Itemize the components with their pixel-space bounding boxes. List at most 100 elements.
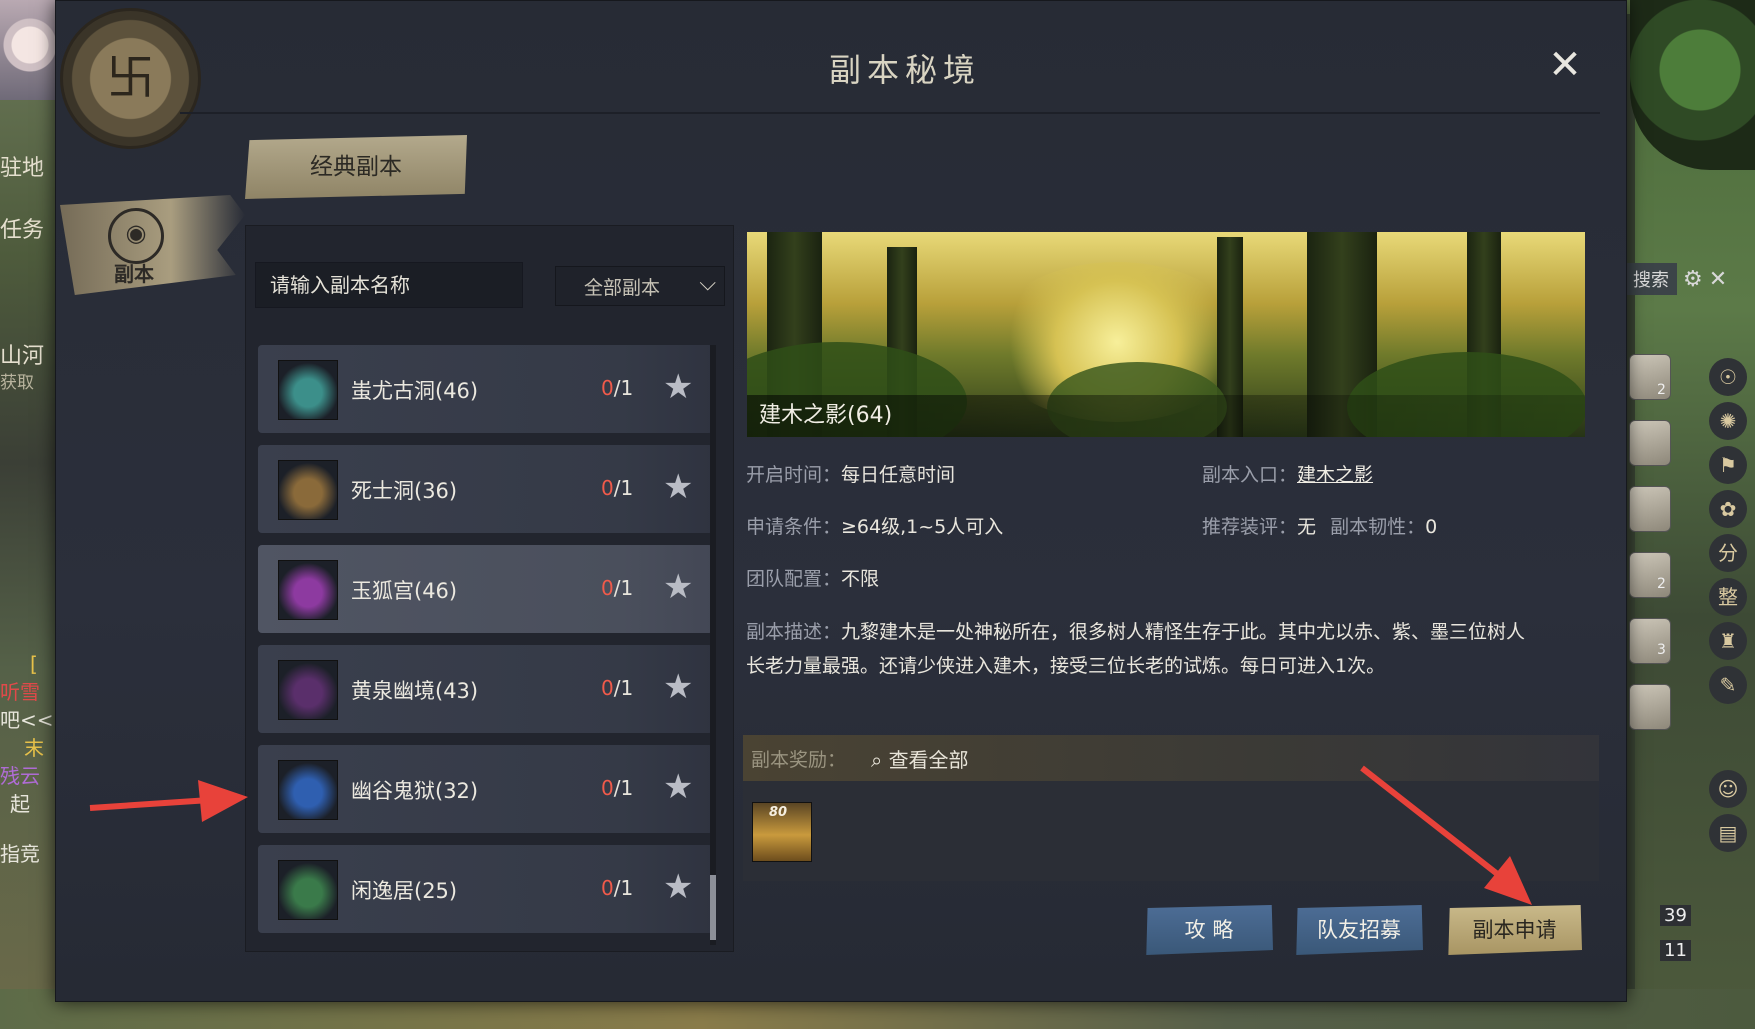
search-icon: ⌕ [871,748,883,772]
star-icon[interactable]: ★ [663,767,693,807]
close-icon[interactable]: ✕ [1709,267,1727,292]
dungeon-search-input[interactable] [255,262,523,308]
inventory-slot[interactable] [1629,486,1671,532]
entrance-row: 副本入口：建木之影 [1202,460,1373,487]
dungeon-name: 闲逸居(25) [351,879,458,903]
dungeon-count: 0/1 [601,576,633,600]
side-menu-obtain: 获取 [0,373,34,393]
counter-b: 11 [1660,940,1691,961]
open-time-label: 开启时间： [746,464,842,486]
count-done: 0 [601,876,614,900]
count-done: 0 [601,576,614,600]
eye-icon: ◉ [108,208,164,264]
chat-line: 起 [10,792,30,816]
dungeon-list-item-selected[interactable]: 玉狐宫(46) 0/1 ★ [258,545,713,633]
side-menu-resident[interactable]: 驻地 [0,150,44,182]
split-button[interactable]: 分 [1709,534,1747,572]
slot-badge: 3 [1657,642,1666,658]
dungeon-list-item[interactable]: 幽谷鬼狱(32) 0/1 ★ [258,745,713,833]
open-time-value: 每日任意时间 [841,464,956,486]
recruit-button[interactable]: 队友招募 [1296,905,1423,955]
chat-line: 指竞 [0,842,40,866]
inventory-slot[interactable] [1629,420,1671,466]
inventory-slot[interactable] [1629,684,1671,730]
dungeon-count: 0/1 [601,376,633,400]
open-time-row: 开启时间：每日任意时间 [746,460,955,487]
dungeon-list-item[interactable]: 死士洞(36) 0/1 ★ [258,445,713,533]
toughness-value: 0 [1425,516,1438,538]
star-icon[interactable]: ★ [663,867,693,907]
view-all-rewards[interactable]: ⌕ 查看全部 [871,744,969,773]
reward-item-level: 80 [769,805,788,820]
reward-item-icon[interactable]: 80 [752,802,812,862]
count-total: /1 [613,776,634,800]
dungeon-thumbnail [278,860,338,920]
pet-icon[interactable]: ✿ [1709,490,1747,528]
dungeon-name: 死士洞(36) [351,479,458,503]
star-icon[interactable]: ★ [663,367,693,407]
count-done: 0 [601,676,614,700]
player-avatar[interactable] [0,0,60,100]
chat-line: [ [30,652,38,676]
dungeon-thumbnail [278,760,338,820]
tab-classic-dungeon[interactable]: 经典副本 [245,135,467,199]
gear-label: 推荐装评： [1202,516,1298,538]
hud-search-bar: 搜索 ⚙ ✕ [1625,262,1755,296]
chat-line: 残云 [0,764,40,788]
side-menu-quest[interactable]: 任务 [0,212,44,244]
list-scrollbar-thumb[interactable] [710,875,716,940]
slot-badge: 2 [1657,576,1666,592]
entrance-link[interactable]: 建木之影 [1297,464,1373,486]
view-all-label: 查看全部 [888,748,969,772]
swirl-icon[interactable]: ✺ [1709,402,1747,440]
chest-icon[interactable]: ▤ [1709,814,1747,852]
star-icon[interactable]: ★ [663,667,693,707]
gear-icon[interactable]: ⚙ [1683,267,1703,292]
side-tab-label: 副本 [114,262,154,286]
tool-icon[interactable]: ✎ [1709,666,1747,704]
star-icon[interactable]: ★ [663,567,693,607]
gear-value: 无 [1297,516,1317,538]
star-icon[interactable]: ★ [663,467,693,507]
gear-row: 推荐装评：无 副本韧性：0 [1202,512,1437,539]
requirement-value: ≥64级,1~5人可入 [841,516,1004,538]
guide-button[interactable]: 攻 略 [1146,905,1273,955]
dungeon-thumbnail [278,460,338,520]
hud-search-label[interactable]: 搜索 [1625,263,1677,295]
dungeon-emblem-icon: 卐 [60,8,201,149]
banner-caption: 建木之影(64) [747,395,1585,437]
sort-button[interactable]: 整 [1709,578,1747,616]
apply-button[interactable]: 副本申请 [1448,905,1582,955]
count-total: /1 [613,476,634,500]
filter-select-value: 全部副本 [584,276,661,299]
dungeon-list-item[interactable]: 蚩尤古洞(46) 0/1 ★ [258,345,713,433]
dungeon-count: 0/1 [601,676,633,700]
count-total: /1 [613,676,634,700]
dialog-title: 副本秘境 [828,51,981,89]
title-divider [180,112,1600,114]
description-label: 副本描述： [746,621,842,643]
guild-icon[interactable]: ⚑ [1709,446,1747,484]
bag-icon[interactable]: ☺ [1709,770,1747,808]
description-text: 九黎建木是一处神秘所在，很多树人精怪生存于此。其中尤以赤、紫、墨三位树人长老力量… [746,621,1526,677]
dungeon-list-item[interactable]: 闲逸居(25) 0/1 ★ [258,845,713,933]
list-scrollbar[interactable] [710,345,716,945]
count-total: /1 [613,376,634,400]
close-icon[interactable]: ✕ [1545,45,1585,85]
slot-badge: 2 [1657,382,1666,398]
count-done: 0 [601,476,614,500]
dungeon-count: 0/1 [601,476,633,500]
team-row: 团队配置：不限 [746,564,879,591]
requirement-label: 申请条件： [746,516,842,538]
toughness-label: 副本韧性： [1330,516,1426,538]
counter-a: 39 [1660,905,1691,926]
dungeon-list-item[interactable]: 黄泉幽境(43) 0/1 ★ [258,645,713,733]
dungeon-filter-select[interactable]: 全部副本 ⌵ [555,266,725,306]
armor-icon[interactable]: ♜ [1709,622,1747,660]
chat-line: 末 [24,736,44,760]
side-menu-shanhe[interactable]: 山河 [0,338,44,370]
mask-icon[interactable]: ☉ [1709,358,1747,396]
dungeon-count: 0/1 [601,776,633,800]
dungeon-banner-image: 建木之影(64) [747,232,1585,437]
count-total: /1 [613,576,634,600]
